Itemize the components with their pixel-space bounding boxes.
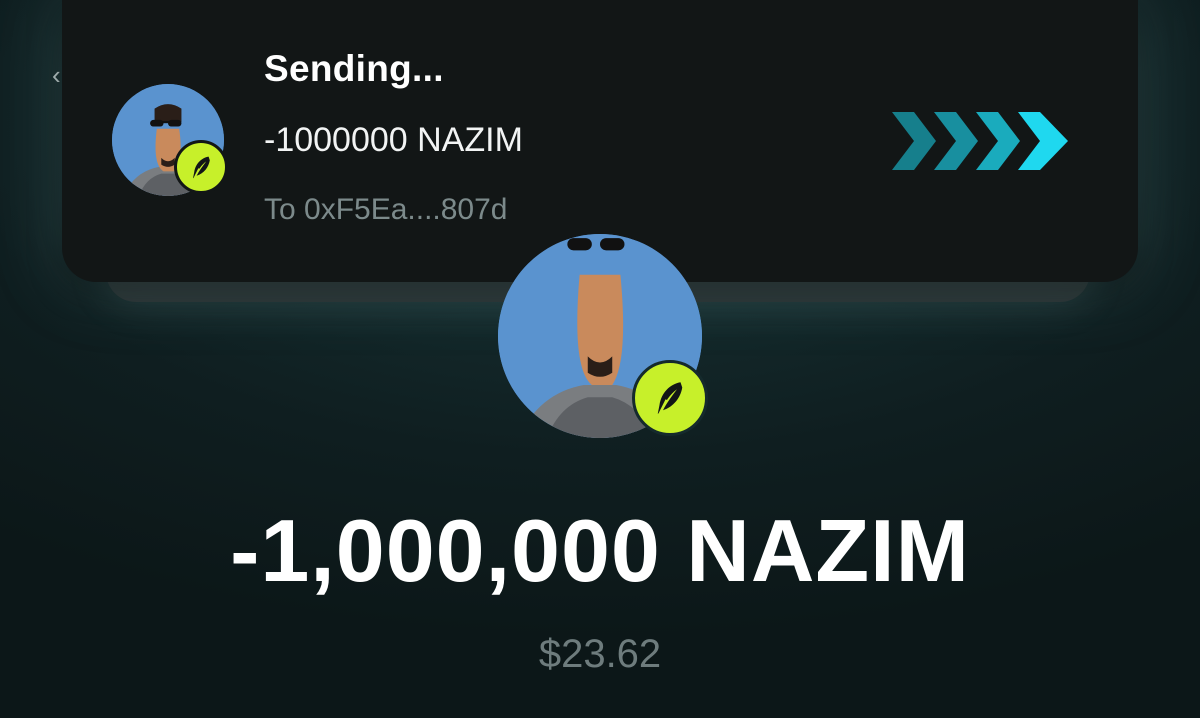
recipient-avatar [498,234,708,438]
chevrons-right-icon [892,112,1068,170]
feather-icon [192,156,210,179]
transaction-amount: -1,000,000 NAZIM [230,501,970,600]
toast-amount: -1000000 NAZIM [264,121,523,159]
toast-recipient-address: To 0xF5Ea....807d [264,193,508,226]
back-chevron-icon[interactable]: ‹ [52,62,61,88]
feather-badge-icon [174,140,228,194]
feather-icon [657,382,683,415]
toast-title: Sending... [264,48,444,89]
toast-avatar [112,84,228,196]
feather-badge-icon [632,360,708,436]
fiat-value: $23.62 [538,632,662,676]
